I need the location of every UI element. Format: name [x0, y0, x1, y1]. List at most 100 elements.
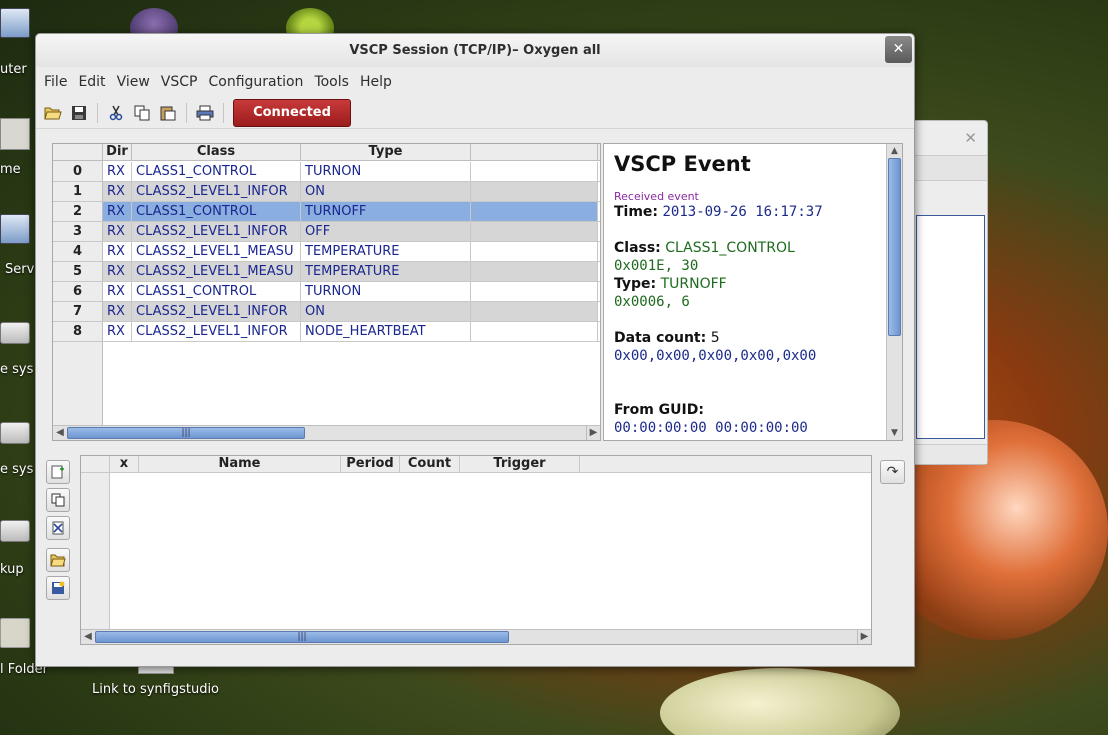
row-number[interactable]: 1 — [53, 182, 103, 201]
cell-dir[interactable]: RX — [103, 302, 132, 321]
detail-vertical-scrollbar[interactable]: ▲ ▼ — [886, 144, 902, 440]
table-row[interactable]: 5 RX CLASS2_LEVEL1_MEASU TEMPERATURE — [53, 262, 600, 282]
home-icon[interactable] — [0, 118, 30, 150]
cell-class[interactable]: CLASS1_CONTROL — [132, 282, 301, 301]
menu-help[interactable]: Help — [355, 74, 398, 90]
table-row[interactable]: 1 RX CLASS2_LEVEL1_INFOR ON — [53, 182, 600, 202]
row-number[interactable]: 0 — [53, 162, 103, 181]
cell-empty[interactable] — [471, 202, 598, 221]
save-new-icon[interactable] — [46, 576, 70, 600]
cell-class[interactable]: CLASS2_LEVEL1_INFOR — [132, 222, 301, 241]
cell-dir[interactable]: RX — [103, 202, 132, 221]
menu-edit[interactable]: Edit — [73, 74, 111, 90]
cell-dir[interactable]: RX — [103, 162, 132, 181]
desktop-label-server[interactable]: Serv — [5, 262, 34, 277]
cell-empty[interactable] — [471, 282, 598, 301]
cell-dir[interactable]: RX — [103, 242, 132, 261]
desktop-label-synfig[interactable]: Link to synfigstudio — [92, 682, 219, 697]
copy-row-icon[interactable] — [46, 488, 70, 512]
cell-empty[interactable] — [471, 222, 598, 241]
cell-empty[interactable] — [471, 322, 598, 341]
table-row[interactable]: 8 RX CLASS2_LEVEL1_INFOR NODE_HEARTBEAT — [53, 322, 600, 342]
cell-dir[interactable]: RX — [103, 262, 132, 281]
cell-class[interactable]: CLASS2_LEVEL1_INFOR — [132, 302, 301, 321]
cell-class[interactable]: CLASS2_LEVEL1_MEASU — [132, 242, 301, 261]
macro-horizontal-scrollbar[interactable]: ◀ ||| ▶ — [81, 629, 871, 644]
cell-type[interactable]: TURNON — [301, 162, 471, 181]
scroll-up-arrow-icon[interactable]: ▲ — [887, 144, 902, 158]
menu-file[interactable]: File — [39, 74, 73, 90]
cell-type[interactable]: TURNON — [301, 282, 471, 301]
print-icon[interactable] — [192, 101, 218, 125]
column-header-type[interactable]: Type — [301, 144, 471, 160]
cell-dir[interactable]: RX — [103, 182, 132, 201]
add-row-icon[interactable] — [46, 460, 70, 484]
cell-class[interactable]: CLASS2_LEVEL1_MEASU — [132, 262, 301, 281]
server-icon[interactable] — [0, 214, 30, 244]
desktop-label-home[interactable]: me — [0, 162, 21, 177]
cell-type[interactable]: TEMPERATURE — [301, 262, 471, 281]
close-icon[interactable]: ✕ — [885, 36, 912, 63]
cell-type[interactable]: ON — [301, 302, 471, 321]
scroll-right-arrow-icon[interactable]: ▶ — [857, 630, 871, 644]
menu-tools[interactable]: Tools — [309, 74, 355, 90]
row-number[interactable]: 4 — [53, 242, 103, 261]
title-bar[interactable]: VSCP Session (TCP/IP)– Oxygen all ✕ — [36, 34, 914, 67]
row-number[interactable]: 6 — [53, 282, 103, 301]
background-window[interactable]: ✕ — [905, 120, 988, 465]
cell-dir[interactable]: RX — [103, 282, 132, 301]
row-number[interactable]: 5 — [53, 262, 103, 281]
row-number[interactable]: 2 — [53, 202, 103, 221]
drive-icon[interactable] — [0, 422, 30, 444]
drive-icon[interactable] — [0, 322, 30, 344]
row-number[interactable]: 7 — [53, 302, 103, 321]
copy-icon[interactable] — [129, 101, 155, 125]
cell-class[interactable]: CLASS1_CONTROL — [132, 202, 301, 221]
scrollbar-thumb[interactable] — [888, 158, 901, 336]
cell-type[interactable]: ON — [301, 182, 471, 201]
column-header-dir[interactable]: Dir — [103, 144, 132, 160]
cut-icon[interactable] — [103, 101, 129, 125]
backup-icon[interactable] — [0, 520, 30, 542]
cell-type[interactable]: NODE_HEARTBEAT — [301, 322, 471, 341]
column-header-trigger[interactable]: Trigger — [460, 456, 580, 472]
cell-dir[interactable]: RX — [103, 222, 132, 241]
cell-class[interactable]: CLASS1_CONTROL — [132, 162, 301, 181]
event-grid[interactable]: Dir Class Type 0 RX CLASS1_CONTROL TURNO… — [53, 144, 600, 425]
table-row[interactable]: 7 RX CLASS2_LEVEL1_INFOR ON — [53, 302, 600, 322]
scroll-down-arrow-icon[interactable]: ▼ — [887, 426, 902, 440]
table-row[interactable]: 4 RX CLASS2_LEVEL1_MEASU TEMPERATURE — [53, 242, 600, 262]
menu-configuration[interactable]: Configuration — [203, 74, 309, 90]
desktop-label-filesystem-2[interactable]: e sys — [0, 462, 33, 477]
cell-type[interactable]: TEMPERATURE — [301, 242, 471, 261]
menu-vscp[interactable]: VSCP — [156, 74, 204, 90]
cell-empty[interactable] — [471, 242, 598, 261]
cell-empty[interactable] — [471, 262, 598, 281]
column-header-name[interactable]: Name — [139, 456, 341, 472]
desktop-label-filesystem-1[interactable]: e sys — [0, 362, 33, 377]
scroll-right-arrow-icon[interactable]: ▶ — [586, 426, 600, 440]
column-header-class[interactable]: Class — [132, 144, 301, 160]
folder-open-icon[interactable] — [40, 101, 66, 125]
close-icon[interactable]: ✕ — [964, 129, 977, 147]
table-row[interactable]: 3 RX CLASS2_LEVEL1_INFOR OFF — [53, 222, 600, 242]
folder-icon[interactable] — [0, 618, 30, 648]
table-row[interactable]: 0 RX CLASS1_CONTROL TURNON — [53, 162, 600, 182]
paste-icon[interactable] — [155, 101, 181, 125]
cell-empty[interactable] — [471, 302, 598, 321]
delete-row-icon[interactable] — [46, 516, 70, 540]
row-number[interactable]: 3 — [53, 222, 103, 241]
table-row-selected[interactable]: 2 RX CLASS1_CONTROL TURNOFF — [53, 202, 600, 222]
cell-type[interactable]: OFF — [301, 222, 471, 241]
column-header-x[interactable]: x — [110, 456, 139, 472]
computer-icon[interactable] — [0, 8, 30, 38]
cell-class[interactable]: CLASS2_LEVEL1_INFOR — [132, 182, 301, 201]
cell-type[interactable]: TURNOFF — [301, 202, 471, 221]
column-header-period[interactable]: Period — [341, 456, 400, 472]
event-list-horizontal-scrollbar[interactable]: ◀ ||| ▶ — [53, 425, 600, 440]
cell-dir[interactable]: RX — [103, 322, 132, 341]
cell-empty[interactable] — [471, 162, 598, 181]
save-icon[interactable] — [66, 101, 92, 125]
connect-toggle-button[interactable]: Connected — [233, 98, 351, 127]
scrollbar-thumb[interactable]: ||| — [95, 631, 509, 643]
